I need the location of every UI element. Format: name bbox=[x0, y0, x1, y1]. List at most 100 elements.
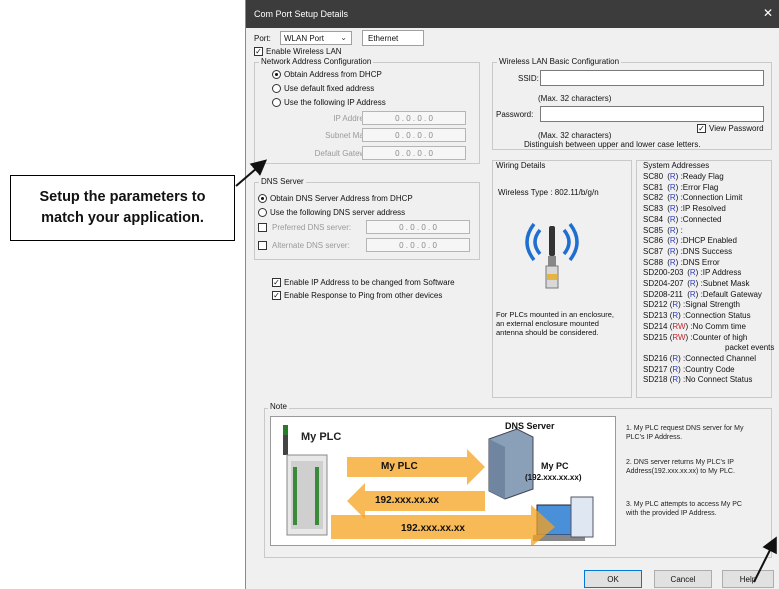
radio-default-fixed-label: Use default fixed address bbox=[284, 84, 375, 93]
enable-ping-checkbox[interactable]: ✓ bbox=[272, 291, 281, 300]
system-address-code: SD213 bbox=[643, 311, 668, 321]
system-address-desc: :IP Address bbox=[700, 268, 742, 278]
system-address-desc: :IP Resolved bbox=[680, 204, 726, 214]
chevron-down-icon: ⌄ bbox=[340, 33, 347, 42]
system-address-desc: : bbox=[680, 225, 683, 235]
com-port-setup-dialog: Com Port Setup Details ✕ Port: WLAN Port… bbox=[245, 0, 779, 589]
system-addresses-title: System Addresses bbox=[643, 161, 710, 170]
system-address-row: SD208-211 (R) :Default Gateway bbox=[643, 289, 762, 299]
system-address-desc: :Default Gateway bbox=[700, 289, 762, 299]
system-address-code: SD216 bbox=[643, 353, 668, 363]
preferred-dns-field[interactable]: 0 . 0 . 0 . 0 bbox=[366, 220, 470, 234]
system-address-row: SD213 (R) :Connection Status bbox=[643, 311, 751, 321]
system-address-row: SD218 (R) :No Connect Status bbox=[643, 375, 753, 385]
callout-line-2: match your application. bbox=[41, 210, 204, 226]
alternate-dns-checkbox[interactable] bbox=[258, 241, 267, 250]
tab-ethernet[interactable]: Ethernet bbox=[362, 30, 424, 46]
system-address-row: SC81 (R) :Error Flag bbox=[643, 182, 719, 192]
radio-dns-manual-label: Use the following DNS server address bbox=[270, 208, 406, 217]
system-address-access: RW bbox=[672, 332, 686, 342]
radio-following-ip[interactable] bbox=[272, 98, 281, 107]
system-address-desc: :Signal Strength bbox=[683, 300, 740, 310]
system-address-code: SC80 bbox=[643, 172, 664, 181]
note-title: Note bbox=[268, 402, 289, 411]
system-address-desc: :DNS Success bbox=[680, 246, 733, 256]
enable-wireless-label: Enable Wireless LAN bbox=[266, 47, 342, 56]
system-address-desc: :Ready Flag bbox=[680, 172, 724, 181]
system-address-code: SC86 bbox=[643, 236, 664, 246]
ssid-hint: (Max. 32 characters) bbox=[538, 94, 612, 103]
close-icon[interactable]: ✕ bbox=[763, 6, 773, 20]
system-address-code: SC81 bbox=[643, 182, 664, 192]
system-address-desc: packet events bbox=[725, 343, 775, 353]
radio-default-fixed[interactable] bbox=[272, 84, 281, 93]
title-bar: Com Port Setup Details ✕ bbox=[246, 0, 779, 28]
preferred-dns-checkbox[interactable] bbox=[258, 223, 267, 232]
cancel-button[interactable]: Cancel bbox=[654, 570, 712, 588]
system-address-row: SC85 (R) : bbox=[643, 225, 683, 235]
system-address-code: SC82 bbox=[643, 193, 664, 203]
note-step-3: 3. My PLC attempts to access My PC with … bbox=[626, 501, 742, 517]
system-address-row: SC83 (R) :IP Resolved bbox=[643, 204, 726, 214]
antenna-module-image bbox=[524, 216, 580, 296]
password-hint-1: (Max. 32 characters) bbox=[538, 131, 612, 140]
system-address-desc: :Country Code bbox=[683, 364, 735, 374]
system-address-code: SD217 bbox=[643, 364, 668, 374]
enclosure-note-line: For PLCs mounted in an enclosure, bbox=[496, 310, 614, 319]
system-address-row: SD215 (RW) :Counter of high bbox=[643, 332, 748, 342]
system-address-code: SD200-203 bbox=[643, 268, 684, 278]
system-address-row: SC86 (R) :DHCP Enabled bbox=[643, 236, 737, 246]
arrow-my-plc-label: My PLC bbox=[381, 461, 418, 472]
system-address-desc: :No Connect Status bbox=[683, 375, 753, 385]
my-pc-label: My PC bbox=[541, 461, 569, 471]
subnet-mask-field[interactable]: 0 . 0 . 0 . 0 bbox=[362, 128, 466, 142]
my-pc-ip-label: (192.xxx.xx.xx) bbox=[525, 473, 582, 482]
enclosure-note: For PLCs mounted in an enclosure, an ext… bbox=[496, 310, 614, 337]
radio-dns-auto[interactable] bbox=[258, 194, 267, 203]
help-button[interactable]: Help bbox=[722, 570, 774, 588]
arrow-plc-to-pc-label: 192.xxx.xx.xx bbox=[401, 523, 465, 534]
system-address-desc: :No Comm time bbox=[690, 321, 746, 331]
ok-button[interactable]: OK bbox=[584, 570, 642, 588]
port-select-value: WLAN Port bbox=[284, 33, 325, 43]
radio-following-ip-label: Use the following IP Address bbox=[284, 98, 386, 107]
note-step-2: 2. DNS server returns My PLC's IP Addres… bbox=[626, 459, 735, 475]
radio-dns-manual[interactable] bbox=[258, 208, 267, 217]
port-select[interactable]: WLAN Port ⌄ bbox=[280, 31, 352, 45]
system-address-code: SD212 bbox=[643, 300, 668, 310]
system-address-row: SD204-207 (R) :Subnet Mask bbox=[643, 279, 750, 288]
system-address-code: SC85 bbox=[643, 225, 664, 235]
enclosure-note-line: antenna should be considered. bbox=[496, 328, 599, 337]
dns-flow-diagram: My PLC DNS Server My PLC My PC (192.xxx.… bbox=[270, 416, 616, 546]
wireless-type: Wireless Type : 802.11/b/g/n bbox=[498, 188, 599, 197]
system-address-code: SD215 bbox=[643, 332, 668, 342]
enable-wireless-checkbox[interactable]: ✓ bbox=[254, 47, 263, 56]
system-address-row: SC80 (R) :Ready Flag bbox=[643, 172, 724, 181]
alternate-dns-field[interactable]: 0 . 0 . 0 . 0 bbox=[366, 238, 470, 252]
enable-ip-change-label: Enable IP Address to be changed from Sof… bbox=[284, 278, 455, 287]
system-address-desc: :Connected Channel bbox=[683, 353, 756, 363]
wlan-group-title: Wireless LAN Basic Configuration bbox=[497, 57, 622, 66]
password-input[interactable] bbox=[540, 106, 764, 122]
enable-ip-change-checkbox[interactable]: ✓ bbox=[272, 278, 281, 287]
dns-server-label: DNS Server bbox=[505, 421, 555, 431]
password-label: Password: bbox=[496, 110, 534, 119]
default-gateway-field[interactable]: 0 . 0 . 0 . 0 bbox=[362, 146, 466, 160]
network-group-title: Network Address Configuration bbox=[259, 57, 374, 66]
wiring-title: Wiring Details bbox=[496, 161, 546, 170]
note-step-1: 1. My PLC request DNS server for My PLC'… bbox=[626, 425, 744, 441]
ip-address-field[interactable]: 0 . 0 . 0 . 0 bbox=[362, 111, 466, 125]
default-gateway-value: 0 . 0 . 0 . 0 bbox=[395, 148, 433, 158]
dns-group-title: DNS Server bbox=[259, 177, 306, 186]
view-password-checkbox[interactable]: ✓ bbox=[697, 124, 706, 133]
system-address-desc: :Connection Status bbox=[683, 311, 751, 321]
system-address-code: SC83 bbox=[643, 204, 664, 214]
radio-obtain-dhcp[interactable] bbox=[272, 70, 281, 79]
password-hint-2: Distinguish between upper and lower case… bbox=[524, 140, 701, 149]
system-address-code: SD214 bbox=[643, 321, 668, 331]
port-label: Port: bbox=[254, 34, 271, 43]
ssid-input[interactable] bbox=[540, 70, 764, 86]
system-address-code: SC84 bbox=[643, 214, 664, 224]
system-address-desc: :Subnet Mask bbox=[700, 279, 750, 288]
ssid-label: SSID: bbox=[518, 74, 539, 83]
